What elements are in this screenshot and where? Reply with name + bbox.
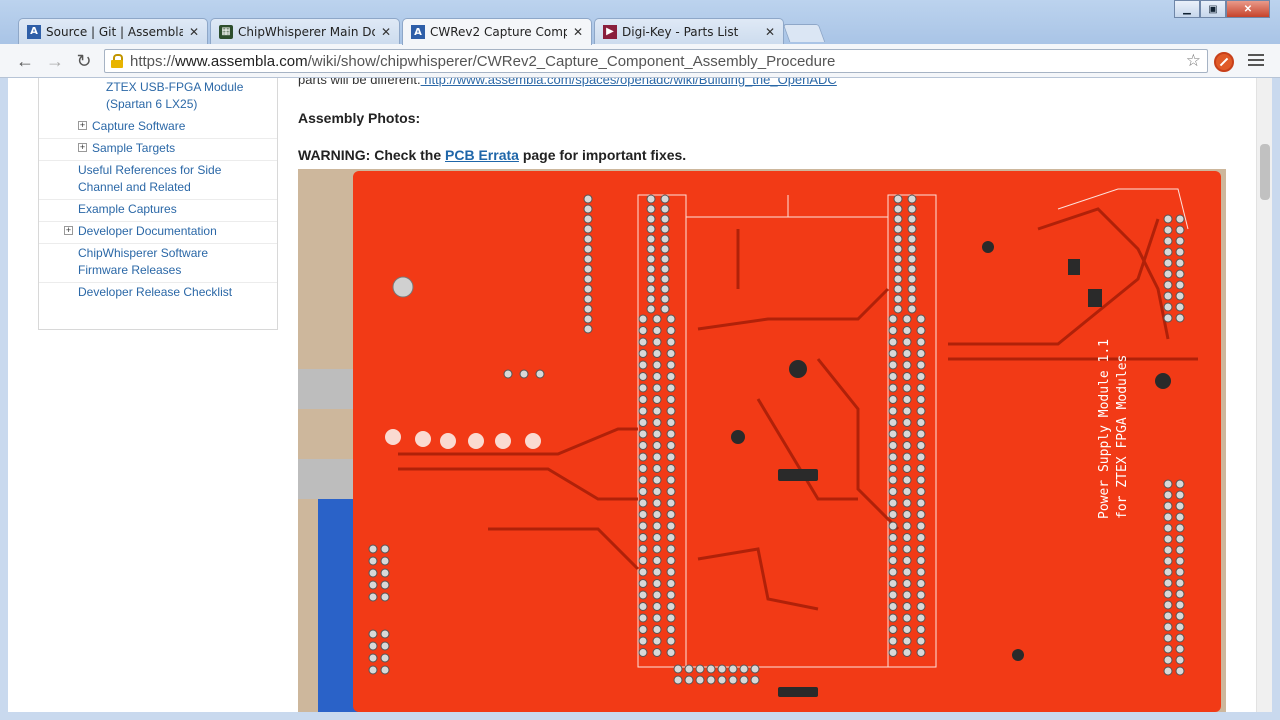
url-path: /wiki/show/chipwhisperer/CWRev2_Capture_… bbox=[307, 52, 836, 70]
tab-close-icon[interactable]: ✕ bbox=[189, 25, 199, 39]
assembly-photos-heading: Assembly Photos: bbox=[298, 110, 421, 126]
warning-text: WARNING: Check the PCB Errata page for i… bbox=[298, 147, 687, 163]
sidebar-item-developer-docs[interactable]: + Developer Documentation bbox=[64, 223, 217, 240]
new-tab-button[interactable] bbox=[782, 24, 826, 42]
lock-icon bbox=[110, 54, 124, 68]
digikey-icon: ▶ bbox=[603, 24, 617, 39]
window-frame-right bbox=[1272, 78, 1280, 712]
expand-icon[interactable]: + bbox=[64, 226, 73, 235]
scrollbar-thumb[interactable] bbox=[1260, 144, 1270, 200]
tab-source-git[interactable]: A Source | Git | Assembla ✕ bbox=[18, 18, 208, 44]
tab-close-icon[interactable]: ✕ bbox=[573, 25, 583, 39]
pcb-silkscreen-line2: for ZTEX FPGA Modules bbox=[1115, 355, 1130, 519]
browser-window: A Source | Git | Assembla ✕ ▦ ChipWhispe… bbox=[0, 0, 1280, 720]
expand-icon[interactable]: + bbox=[78, 121, 87, 130]
window-frame-bottom bbox=[0, 712, 1280, 720]
sidebar-item-useful-references[interactable]: Useful References for Side Channel and R… bbox=[78, 162, 221, 196]
tab-cwrev2-capture[interactable]: A CWRev2 Capture Compor ✕ bbox=[402, 18, 592, 45]
reload-icon[interactable]: ↻ bbox=[73, 50, 95, 72]
openadc-build-link[interactable]: http://www.assembla.com/spaces/openadc/w… bbox=[421, 78, 837, 87]
divider bbox=[39, 243, 277, 244]
pcb-silkscreen-line1: Power Supply Module 1.1 bbox=[1097, 339, 1112, 519]
tab-close-icon[interactable]: ✕ bbox=[765, 25, 775, 39]
tab-close-icon[interactable]: ✕ bbox=[381, 25, 391, 39]
bookmark-star-icon[interactable]: ☆ bbox=[1186, 51, 1201, 71]
pcb-assembly-photo: Power Supply Module 1.1 for ZTEX FPGA Mo… bbox=[298, 169, 1226, 712]
expand-icon[interactable]: + bbox=[78, 143, 87, 152]
divider bbox=[39, 138, 277, 139]
pcb-errata-link[interactable]: PCB Errata bbox=[445, 147, 519, 163]
back-icon[interactable]: ← bbox=[14, 50, 36, 72]
page-viewport: ZTEX USB-FPGA Module (Spartan 6 LX25) + … bbox=[8, 78, 1272, 712]
forward-icon[interactable]: → bbox=[44, 50, 66, 72]
divider bbox=[39, 199, 277, 200]
sidebar-item-capture-software[interactable]: + Capture Software bbox=[78, 118, 185, 135]
tab-chipwhisperer-docs[interactable]: ▦ ChipWhisperer Main Docu ✕ bbox=[210, 18, 400, 44]
tab-strip: A Source | Git | Assembla ✕ ▦ ChipWhispe… bbox=[0, 0, 1280, 45]
close-window-icon[interactable]: ✕ bbox=[1226, 0, 1270, 18]
adblock-extension-icon[interactable] bbox=[1214, 52, 1234, 72]
url-scheme: https:// bbox=[130, 52, 176, 70]
page-scrollbar[interactable] bbox=[1256, 78, 1272, 712]
divider bbox=[39, 282, 277, 283]
wiki-sidebar: ZTEX USB-FPGA Module (Spartan 6 LX25) + … bbox=[38, 78, 278, 330]
assembla-icon: A bbox=[27, 24, 41, 39]
divider bbox=[39, 221, 277, 222]
assembla-icon: A bbox=[411, 25, 425, 39]
minimize-icon[interactable]: ▁ bbox=[1174, 0, 1200, 18]
pcb-image: Power Supply Module 1.1 for ZTEX FPGA Mo… bbox=[298, 169, 1226, 712]
window-frame-left bbox=[0, 78, 8, 712]
sidebar-item-release-checklist[interactable]: Developer Release Checklist bbox=[78, 284, 232, 301]
partial-paragraph: parts will be different. http://www.asse… bbox=[298, 78, 837, 87]
sidebar-item-example-captures[interactable]: Example Captures bbox=[78, 201, 177, 218]
address-bar[interactable]: https://www.assembla.com/wiki/show/chipw… bbox=[104, 49, 1208, 73]
url-host: www.assembla.com bbox=[175, 52, 308, 70]
sidebar-item-software-releases[interactable]: ChipWhisperer Software Firmware Releases bbox=[78, 245, 208, 279]
divider bbox=[39, 160, 277, 161]
window-controls: ▁ ▣ ✕ bbox=[1174, 0, 1270, 18]
sidebar-item-ztex-module[interactable]: ZTEX USB-FPGA Module (Spartan 6 LX25) bbox=[106, 79, 243, 113]
tab-digikey[interactable]: ▶ Digi-Key - Parts List ✕ bbox=[594, 18, 784, 44]
browser-menu-icon[interactable] bbox=[1248, 54, 1264, 69]
sidebar-item-sample-targets[interactable]: + Sample Targets bbox=[78, 140, 175, 157]
chip-icon: ▦ bbox=[219, 24, 233, 39]
maximize-icon[interactable]: ▣ bbox=[1200, 0, 1226, 18]
browser-toolbar: ← → ↻ https://www.assembla.com/wiki/show… bbox=[0, 44, 1280, 78]
